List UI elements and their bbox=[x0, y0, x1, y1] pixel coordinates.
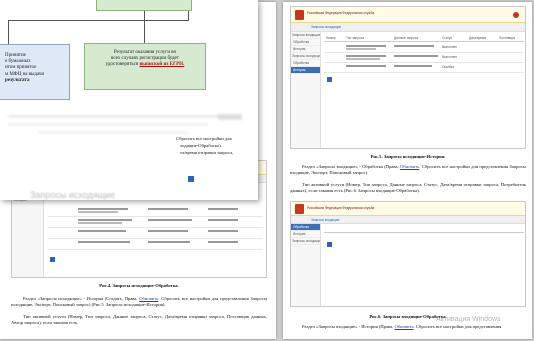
table-row[interactable] bbox=[48, 217, 263, 228]
sidebar: Запросы входящие Обработка История Запро… bbox=[291, 32, 321, 148]
sidebar-item-history[interactable]: История bbox=[291, 231, 320, 238]
sidebar-item-processing[interactable]: Обработка bbox=[291, 224, 320, 231]
pagination-button[interactable] bbox=[50, 257, 55, 262]
flowchart-box-left: Принятие е бумажных нтом принятое м МФЦ … bbox=[0, 44, 70, 100]
sidebar-item-incoming[interactable]: Запросы входящие bbox=[291, 32, 320, 39]
app-header: Российская Федерация Федеральная служба bbox=[291, 7, 525, 23]
app-header-title: Российская Федерация Федеральная служба bbox=[307, 11, 375, 15]
front-text-line: Сбросить все настройки для bbox=[176, 136, 232, 141]
caption-figure-4: Рис.4. Запросы исходящие-Обработка. bbox=[99, 283, 179, 288]
flowchart-connector bbox=[188, 11, 189, 21]
paragraph-active-service: Тип активной услуги (Номер, Тип запроса,… bbox=[290, 182, 526, 193]
sidebar-item-outgoing[interactable]: Запросы исходящие bbox=[291, 53, 320, 60]
app-header: Российская Федерация Федеральная служба bbox=[291, 202, 525, 216]
status-badge: Выполнен bbox=[442, 45, 457, 49]
front-text-line: та/время отправки запроса, bbox=[180, 150, 234, 155]
refresh-link[interactable]: Обновить bbox=[400, 164, 419, 169]
front-document-window bbox=[0, 0, 258, 200]
table-row[interactable] bbox=[48, 228, 263, 239]
col-number[interactable]: Номер bbox=[326, 36, 336, 40]
table-row[interactable] bbox=[48, 206, 263, 217]
flowchart-box-result: Результат оказания услуги во всех случая… bbox=[84, 43, 206, 90]
paragraph-active-service-outgoing: Тип активной услуги (Номер, Тип запроса,… bbox=[11, 314, 267, 325]
breadcrumb-bar: Запросы исходящие bbox=[291, 23, 525, 32]
table-row[interactable]: Выполнен bbox=[324, 43, 524, 53]
paragraph-incoming-history: Раздел «Запросы входящие» - История (Пра… bbox=[302, 324, 502, 329]
sidebar-item-outgoing-history[interactable]: История bbox=[291, 67, 320, 74]
col-supplier[interactable]: Поставщик bbox=[499, 36, 515, 40]
windows-activation-watermark: Активация Windows bbox=[436, 316, 501, 323]
status-badge: Выполнен bbox=[442, 55, 457, 59]
sidebar-item-history[interactable]: История bbox=[291, 46, 320, 53]
screenshot-incoming-processing: Российская Федерация Федеральная служба … bbox=[290, 201, 526, 307]
pagination-button[interactable] bbox=[327, 77, 332, 82]
refresh-link[interactable]: Обновить bbox=[139, 296, 158, 301]
paragraph-incoming-processing: Раздел «Запросы входящие» - Обработка (П… bbox=[290, 164, 526, 175]
sidebar-item-processing[interactable]: Обработка bbox=[291, 39, 320, 46]
table-header: Номер Тип запроса Данные запроса Статус … bbox=[324, 35, 524, 42]
screenshot-outgoing-history: Российская Федерация Федеральная служба … bbox=[290, 6, 526, 149]
pagination-button[interactable] bbox=[327, 242, 332, 247]
col-type[interactable]: Тип запроса bbox=[346, 36, 364, 40]
breadcrumb: Запросы входящие bbox=[311, 218, 340, 222]
sidebar-item-outgoing-processing[interactable]: Обработка bbox=[291, 60, 320, 67]
paragraph-outgoing-history: Раздел «Запросы исходящие» - История (Со… bbox=[11, 296, 268, 307]
status-badge: Ошибка bbox=[442, 65, 454, 69]
sidebar-item-outgoing[interactable]: Запросы исходящие bbox=[291, 238, 320, 245]
emblem-icon bbox=[295, 204, 304, 214]
table-row[interactable]: Ошибка bbox=[324, 63, 524, 73]
user-icon[interactable] bbox=[513, 12, 519, 18]
app-header-title: Российская Федерация Федеральная служба bbox=[307, 206, 375, 210]
breadcrumb-bar: Запросы входящие bbox=[291, 216, 525, 224]
table-header bbox=[324, 227, 524, 233]
flowchart-connector bbox=[144, 11, 145, 43]
flowchart-connector bbox=[8, 20, 9, 44]
col-data[interactable]: Данные запроса bbox=[394, 36, 418, 40]
front-text-line: ходящие-Обработка). bbox=[180, 143, 222, 148]
table-row[interactable]: Выполнен bbox=[324, 53, 524, 63]
flowchart-connector bbox=[8, 20, 188, 21]
refresh-link[interactable]: Обновить bbox=[394, 324, 413, 329]
blurred-heading: Запросы исходящие bbox=[30, 190, 116, 200]
sidebar: Обработка История Запросы исходящие bbox=[291, 224, 321, 306]
table-row[interactable] bbox=[48, 239, 263, 250]
pagination-button[interactable] bbox=[188, 176, 194, 182]
breadcrumb: Запросы исходящие bbox=[311, 25, 342, 29]
col-datetime[interactable]: Дата/время bbox=[469, 36, 486, 40]
flowchart-box-top bbox=[96, 0, 192, 11]
col-status[interactable]: Статус bbox=[442, 36, 452, 40]
emblem-icon bbox=[295, 10, 304, 20]
caption-figure-5: Рис.5. Запросы исходящие-История. bbox=[370, 154, 446, 159]
